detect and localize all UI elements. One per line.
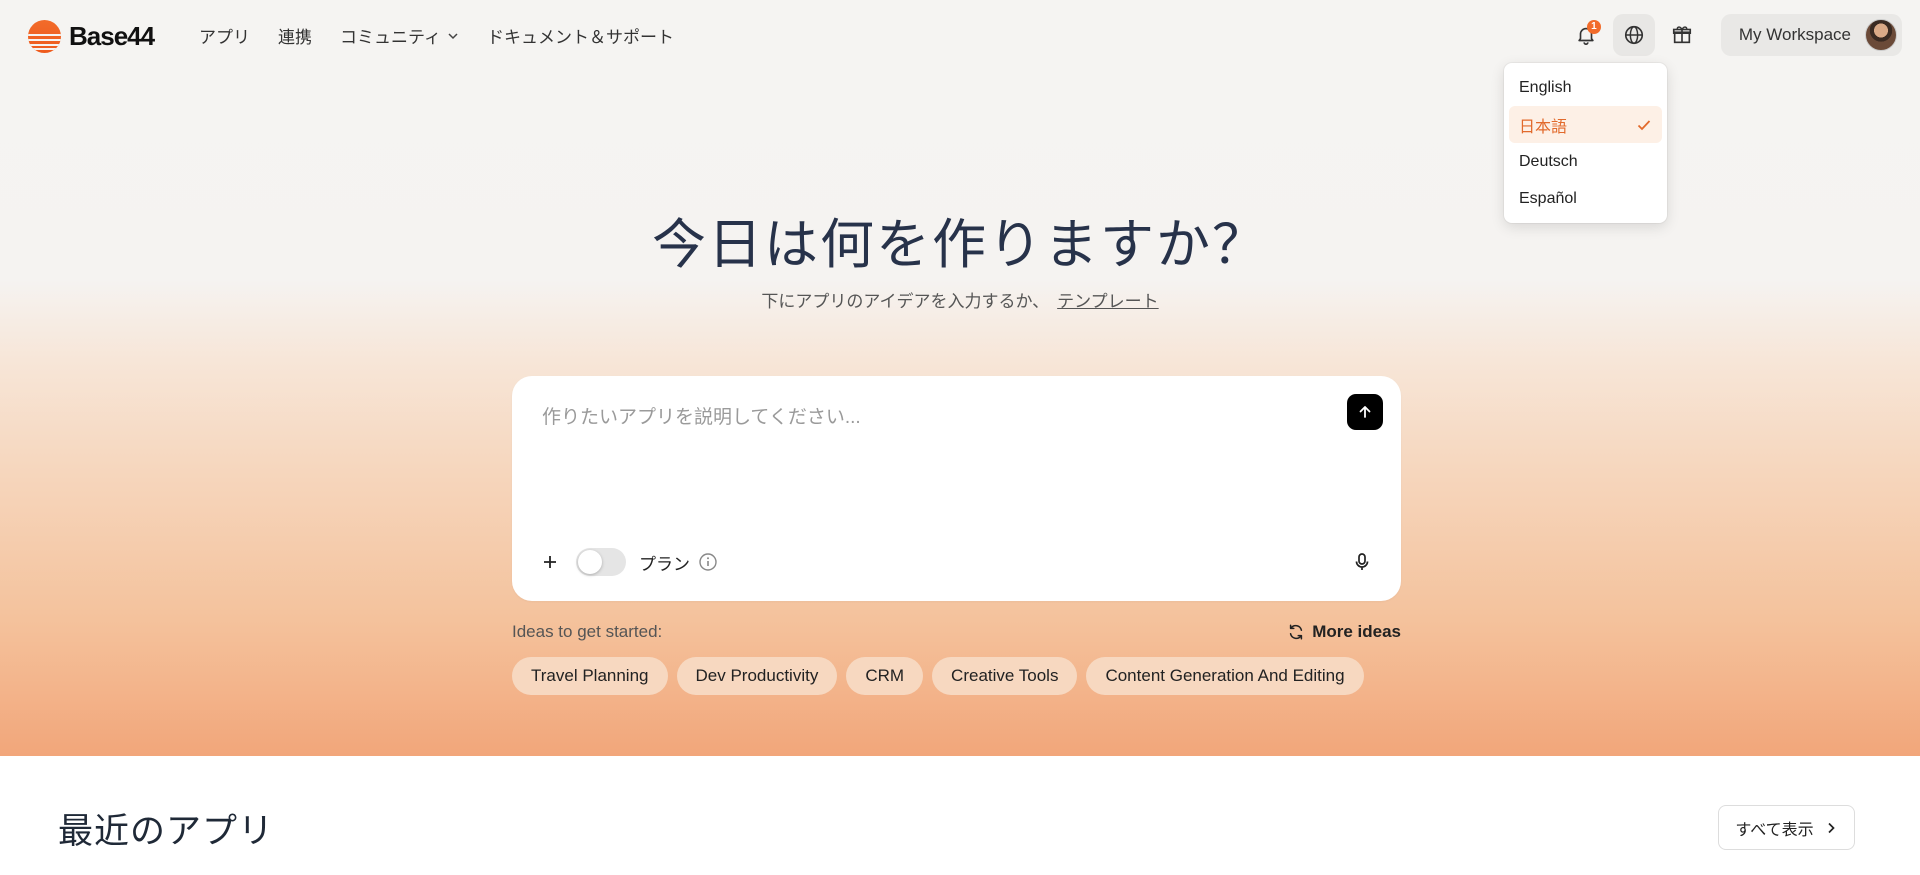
language-option-label: Español	[1519, 189, 1577, 207]
language-menu: English 日本語 Deutsch Español	[1504, 63, 1667, 223]
idea-chip-dev-productivity[interactable]: Dev Productivity	[676, 657, 838, 695]
nav-link-label: アプリ	[199, 28, 250, 47]
language-option-label: Deutsch	[1519, 152, 1578, 170]
prompt-card: プラン	[512, 376, 1401, 601]
idea-chip-creative-tools[interactable]: Creative Tools	[932, 657, 1078, 695]
language-option-label: 日本語	[1519, 118, 1568, 136]
top-nav: Base44 アプリ 連携 コミュニティ ドキュメント＆サポート 1 My Wo…	[0, 0, 1920, 72]
nav-link-label: コミュニティ	[340, 28, 441, 47]
language-button[interactable]	[1612, 14, 1655, 56]
avatar	[1865, 19, 1897, 51]
logo[interactable]: Base44	[28, 20, 155, 53]
ideas-row: Ideas to get started: More ideas	[512, 620, 1401, 644]
language-option-japanese[interactable]: 日本語	[1509, 106, 1662, 143]
language-option-german[interactable]: Deutsch	[1509, 143, 1662, 180]
microphone-icon	[1355, 553, 1369, 570]
brand-name: Base44	[69, 21, 155, 51]
idea-chip-crm[interactable]: CRM	[846, 657, 924, 695]
more-ideas-button[interactable]: More ideas	[1287, 622, 1401, 642]
hero-subtitle-text: 下にアプリのアイデアを入力するか、	[761, 292, 1050, 311]
language-option-english[interactable]: English	[1509, 69, 1662, 106]
plan-toggle[interactable]	[576, 548, 626, 576]
refresh-icon	[1290, 624, 1303, 640]
nav-link-integrations[interactable]: 連携	[278, 23, 312, 48]
prompt-input[interactable]	[540, 400, 1320, 520]
more-ideas-label: More ideas	[1312, 622, 1401, 641]
arrow-up-icon	[1359, 406, 1371, 418]
gift-icon	[1672, 26, 1691, 44]
view-all-label: すべて表示	[1735, 821, 1814, 839]
idea-chip-travel-planning[interactable]: Travel Planning	[512, 657, 668, 695]
hero-subtitle: 下にアプリのアイデアを入力するか、 テンプレート	[0, 287, 1920, 312]
chevron-right-icon	[1828, 822, 1835, 833]
nav-link-docs-support[interactable]: ドキュメント＆サポート	[487, 23, 674, 48]
globe-icon	[1624, 25, 1643, 45]
view-all-button[interactable]: すべて表示	[1718, 805, 1855, 850]
microphone-button[interactable]	[1349, 549, 1375, 575]
nav-link-label: 連携	[278, 28, 312, 47]
recent-apps-title: 最近のアプリ	[58, 812, 275, 851]
ideas-label: Ideas to get started:	[512, 622, 663, 641]
page: Base44 アプリ 連携 コミュニティ ドキュメント＆サポート 1 My Wo…	[0, 0, 1920, 875]
nav-links: アプリ 連携 コミュニティ ドキュメント＆サポート	[199, 23, 674, 48]
send-button[interactable]	[1347, 394, 1383, 430]
workspace-button[interactable]: My Workspace	[1720, 14, 1902, 56]
nav-link-apps[interactable]: アプリ	[199, 23, 250, 48]
nav-actions: 1 My Workspace	[1565, 14, 1902, 56]
check-icon	[1637, 119, 1651, 130]
gift-button[interactable]	[1661, 14, 1703, 56]
plan-toggle-label: プラン	[639, 554, 690, 574]
info-icon[interactable]	[698, 552, 718, 572]
notification-badge: 1	[1586, 20, 1601, 34]
chevron-down-icon	[448, 32, 458, 39]
template-link[interactable]: テンプレート	[1057, 292, 1159, 311]
idea-chips: Travel Planning Dev Productivity CRM Cre…	[512, 657, 1364, 695]
language-option-label: English	[1519, 78, 1572, 96]
add-attachment-button[interactable]	[538, 550, 562, 574]
nav-link-community[interactable]: コミュニティ	[340, 23, 459, 48]
nav-link-label: ドキュメント＆サポート	[486, 28, 674, 47]
logo-mark-icon	[28, 20, 61, 53]
idea-chip-content-generation[interactable]: Content Generation And Editing	[1086, 657, 1364, 695]
workspace-label: My Workspace	[1738, 25, 1851, 44]
prompt-footer: プラン	[538, 547, 1375, 577]
language-option-spanish[interactable]: Español	[1509, 180, 1662, 217]
notifications-button[interactable]: 1	[1565, 14, 1607, 56]
plus-icon	[544, 556, 556, 568]
